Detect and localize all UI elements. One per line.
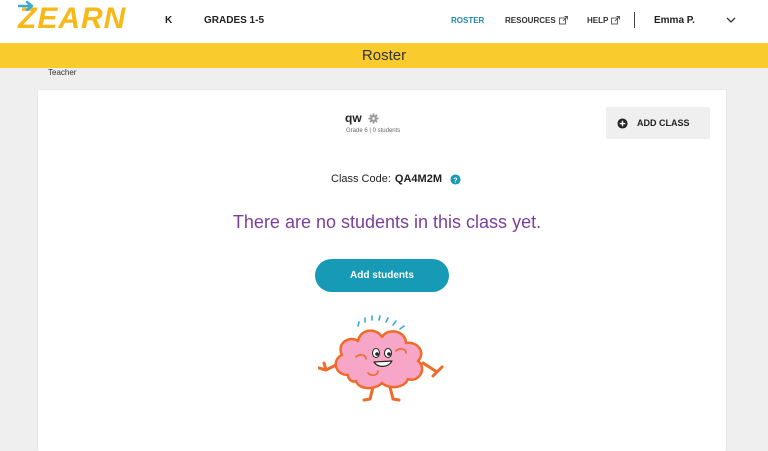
zearn-logo[interactable]: ZEARN [18, 1, 126, 35]
top-nav: ZEARN K GRADES 1-5 ROSTER RESOURCES HELP… [0, 0, 768, 43]
add-class-label: ADD CLASS [637, 118, 690, 128]
nav-roster[interactable]: ROSTER [451, 16, 484, 25]
class-name: qw [345, 111, 362, 125]
user-menu-name[interactable]: Emma P. [654, 15, 695, 26]
external-link-icon [558, 16, 568, 25]
class-code-value: QA4M2M [394, 173, 442, 185]
add-students-button[interactable]: Add students [315, 259, 449, 292]
nav-kindergarten[interactable]: K [165, 15, 172, 26]
help-icon[interactable]: ? [450, 173, 461, 185]
add-class-button[interactable]: ADD CLASS [606, 107, 710, 139]
class-grade: Grade 6 [346, 128, 368, 134]
empty-state-message: There are no students in this class yet. [232, 212, 542, 232]
class-student-count: 0 students [372, 128, 401, 134]
page-banner: Roster [0, 43, 768, 68]
nav-resources[interactable]: RESOURCES [505, 16, 568, 25]
nav-grades-1-5[interactable]: GRADES 1-5 [204, 15, 264, 26]
chevron-down-icon[interactable] [725, 14, 737, 26]
class-header: qw [345, 111, 379, 125]
nav-divider [634, 12, 635, 28]
nav-help-label: HELP [587, 16, 609, 25]
external-link-icon [611, 16, 621, 25]
nav-resources-label: RESOURCES [505, 16, 556, 25]
nav-help[interactable]: HELP [587, 16, 621, 25]
svg-text:?: ? [453, 175, 458, 184]
brain-mascot-illustration [318, 315, 444, 402]
plus-circle-icon [617, 117, 628, 129]
page-title: Roster [361, 47, 407, 64]
teacher-label: Teacher [48, 68, 77, 77]
logo-arrow-icon [18, 1, 34, 11]
class-meta: Grade 6 | 0 students [346, 128, 400, 134]
class-code-row: Class Code: QA4M2M ? [0, 173, 768, 185]
gear-icon[interactable] [368, 112, 379, 124]
class-code-label: Class Code: [331, 173, 391, 185]
